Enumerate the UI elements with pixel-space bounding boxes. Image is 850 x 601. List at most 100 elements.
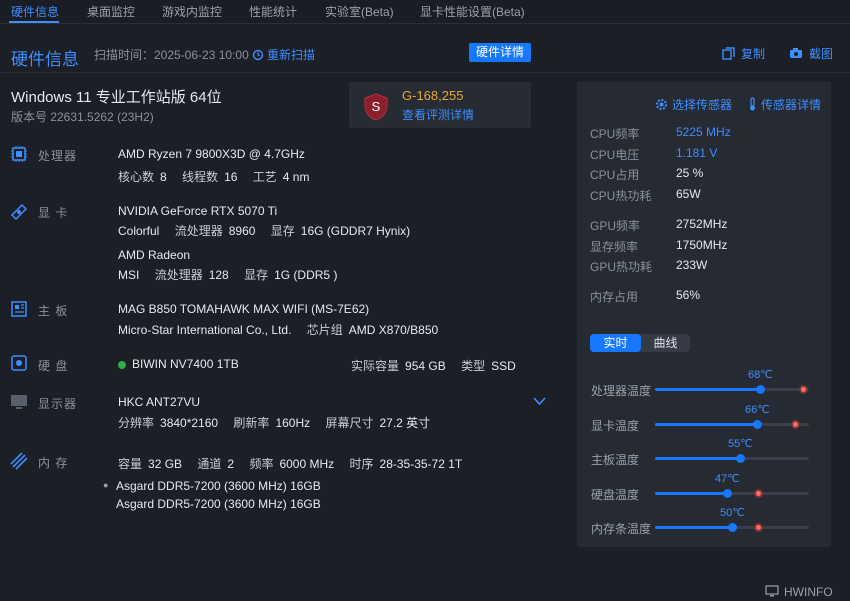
scan-time: 扫描时间：2025-06-23 10:00 xyxy=(94,48,249,62)
rescan-button[interactable]: 重新扫描 xyxy=(252,46,315,63)
cores-label: 核心数 xyxy=(118,170,155,184)
board-label: 主 板 xyxy=(38,304,69,318)
disk-type-label: 类型 xyxy=(461,359,486,373)
select-sensor-label: 选择传感器 xyxy=(672,98,733,112)
temperature-knob xyxy=(753,420,762,429)
mem-freq: 6000 MHz xyxy=(279,457,335,471)
gpu1-name: NVIDIA GeForce RTX 5070 Ti xyxy=(118,204,278,218)
metric-label: CPU频率 xyxy=(590,127,640,141)
gpu2-specs: MSI 流处理器 128 显存 1G (DDR5 ) xyxy=(118,266,337,283)
gpu1-specs: Colorful 流处理器 8960 显存 16G (GDDR7 Hynix) xyxy=(118,222,410,239)
mode-curve-button[interactable]: 曲线 xyxy=(641,334,690,352)
gpu2-mem-label: 显存 xyxy=(244,268,269,282)
gpu2-sp-label: 流处理器 xyxy=(154,268,203,282)
footer-brand-label: HWINFO xyxy=(784,585,833,599)
score-detail-link[interactable]: 查看评测详情 xyxy=(402,106,474,123)
mem-ch: 2 xyxy=(227,457,235,471)
tab-lab[interactable]: 实验室(Beta) xyxy=(325,3,394,20)
metric-label: CPU占用 xyxy=(590,168,640,182)
temperature-value: 47℃ xyxy=(715,473,740,485)
copy-button[interactable]: 复制 xyxy=(722,45,765,62)
temperature-max-marker xyxy=(754,523,763,532)
temperature-knob xyxy=(728,523,737,532)
mem-ch-label: 通道 xyxy=(197,457,222,471)
shield-icon: S xyxy=(364,93,388,121)
sensor-detail-button[interactable]: 传感器详情 xyxy=(748,96,821,113)
temperature-label: 硬盘温度 xyxy=(591,488,640,502)
threads-value: 16 xyxy=(224,170,238,184)
metric-value: 5225 MHz xyxy=(676,125,731,139)
mem-cap: 32 GB xyxy=(148,457,183,471)
metric-value: 2752MHz xyxy=(676,217,728,231)
temperature-value: 50℃ xyxy=(720,507,745,519)
gpu-icon xyxy=(10,203,28,221)
cpu-specs: 核心数 8 线程数 16 工艺 4 nm xyxy=(118,168,309,185)
metric-value: 65W xyxy=(676,187,701,201)
process-label: 工艺 xyxy=(252,170,277,184)
tab-performance-stats[interactable]: 性能统计 xyxy=(249,3,297,20)
tab-desktop-monitor[interactable]: 桌面监控 xyxy=(87,3,135,20)
disk-model: BIWIN NV7400 1TB xyxy=(132,357,239,371)
memory-stick-1: Asgard DDR5-7200 (3600 MHz) 16GB xyxy=(116,479,321,493)
temperature-label: 显卡温度 xyxy=(591,419,640,433)
gpu2-vendor: MSI xyxy=(118,268,140,282)
hardware-detail-button[interactable]: 硬件详情 xyxy=(469,43,531,62)
temperature-bar-fill xyxy=(655,526,732,529)
chevron-down-icon[interactable] xyxy=(533,397,546,406)
display-specs: 分辨率 3840*2160 刷新率 160Hz 屏幕尺寸 27.2 英寸 xyxy=(118,414,430,431)
os-version: 版本号 22631.5262 (23H2) xyxy=(11,110,154,124)
metric-value: 56% xyxy=(676,288,701,302)
threads-label: 线程数 xyxy=(182,170,219,184)
rate-value: 160Hz xyxy=(275,416,311,430)
top-tab-bar: 硬件信息 桌面监控 游戏内监控 性能统计 实验室(Beta) 显卡性能设置(Be… xyxy=(0,0,850,24)
size-label: 屏幕尺寸 xyxy=(325,416,374,430)
disk-icon xyxy=(11,355,27,371)
metric-label: 显存频率 xyxy=(590,240,639,254)
temperature-label: 处理器温度 xyxy=(591,384,652,398)
disk-cap-label: 实际容量 xyxy=(351,359,400,373)
metric-label: GPU热功耗 xyxy=(590,260,653,274)
tab-gpu-settings[interactable]: 显卡性能设置(Beta) xyxy=(420,3,525,20)
chipset-label: 芯片组 xyxy=(306,323,343,337)
gpu1-mem-label: 显存 xyxy=(270,224,295,238)
res-label: 分辨率 xyxy=(118,416,155,430)
tab-hardware-info[interactable]: 硬件信息 xyxy=(11,3,59,20)
disk-label: 硬 盘 xyxy=(38,359,69,373)
score-card[interactable]: S G-168,255 查看评测详情 xyxy=(349,82,531,128)
screenshot-label: 截图 xyxy=(809,47,834,61)
metric-label: GPU频率 xyxy=(590,219,641,233)
gear-icon xyxy=(655,98,668,111)
os-name: Windows 11 专业工作站版 64位 xyxy=(11,89,222,106)
screenshot-button[interactable]: 截图 xyxy=(789,45,833,62)
cpu-icon xyxy=(11,146,27,162)
memory-specs: 容量 32 GB 通道 2 频率 6000 MHz 时序 28-35-35-72 1T xyxy=(118,455,462,472)
temperature-value: 66℃ xyxy=(745,404,770,416)
display-label: 显示器 xyxy=(38,397,78,411)
temperature-value: 68℃ xyxy=(748,369,773,381)
temperature-max-marker xyxy=(791,420,800,429)
disk-cap: 954 GB xyxy=(405,359,446,373)
metric-value: 233W xyxy=(676,258,708,272)
tab-ingame-monitor[interactable]: 游戏内监控 xyxy=(162,3,222,20)
size-value: 27.2 英寸 xyxy=(379,416,431,430)
metric-value: 1750MHz xyxy=(676,238,728,252)
motherboard-icon xyxy=(11,301,27,317)
disk-status-dot xyxy=(118,361,126,369)
gpu1-sp: 8960 xyxy=(228,224,256,238)
camera-icon xyxy=(790,48,802,58)
header-divider xyxy=(0,72,850,73)
mode-realtime-button[interactable]: 实时 xyxy=(590,334,641,352)
mem-freq-label: 频率 xyxy=(249,457,274,471)
gpu2-sp: 128 xyxy=(208,268,229,282)
select-sensor-button[interactable]: 选择传感器 xyxy=(655,96,732,113)
metric-value: 25 % xyxy=(676,166,704,180)
score-badge: S xyxy=(372,99,381,114)
memory-stick-2: Asgard DDR5-7200 (3600 MHz) 16GB xyxy=(116,497,321,511)
temperature-bar-fill xyxy=(655,423,757,426)
gpu-label: 显 卡 xyxy=(38,206,69,220)
gpu2-name: AMD Radeon xyxy=(118,248,191,262)
rate-label: 刷新率 xyxy=(233,416,270,430)
view-mode-toggle: 实时 曲线 xyxy=(590,334,690,352)
gpu1-mem: 16G (GDDR7 Hynix) xyxy=(300,224,411,238)
process-value: 4 nm xyxy=(282,170,310,184)
